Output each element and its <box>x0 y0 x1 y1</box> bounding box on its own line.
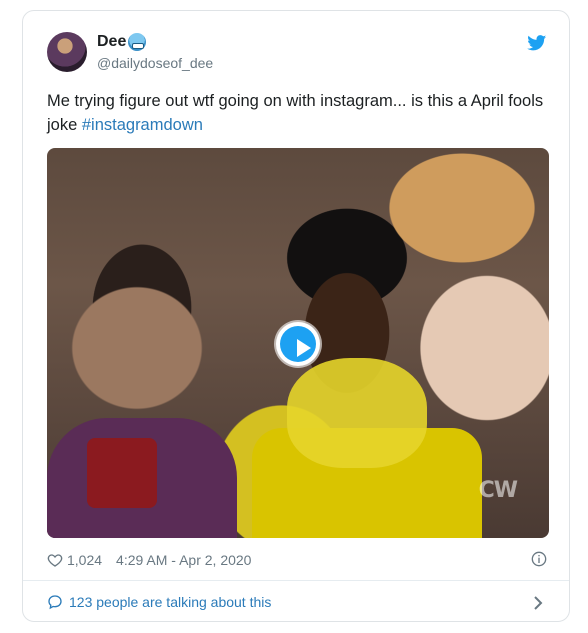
tweet-media-gif[interactable]: CW <box>47 148 549 538</box>
author-handle[interactable]: @dailydoseof_dee <box>97 55 213 71</box>
tweet-card[interactable]: Dee @dailydoseof_dee Me trying figure ou… <box>22 10 570 622</box>
play-icon <box>280 326 316 362</box>
hashtag-link[interactable]: #instagramdown <box>82 116 203 134</box>
grimace-emoji-icon <box>128 33 147 51</box>
tweet-meta: 1,024 4:29 AM - Apr 2, 2020 <box>47 549 251 571</box>
tweet-timestamp[interactable]: 4:29 AM - Apr 2, 2020 <box>116 552 251 568</box>
conversation-link[interactable]: 123 people are talking about this <box>47 594 271 610</box>
info-icon[interactable] <box>531 551 547 567</box>
chevron-right-icon[interactable] <box>533 595 543 611</box>
media-figure-left-detail <box>87 438 157 508</box>
conversation-text[interactable]: 123 people are talking about this <box>69 594 271 610</box>
speech-bubble-icon <box>48 595 62 610</box>
media-watermark: CW <box>478 478 518 503</box>
avatar[interactable] <box>47 32 87 72</box>
heart-icon[interactable] <box>47 552 63 568</box>
like-count[interactable]: 1,024 <box>67 552 102 568</box>
media-scarf <box>287 358 427 468</box>
twitter-bird-icon[interactable] <box>527 35 547 51</box>
footer-divider <box>23 580 569 581</box>
play-button[interactable] <box>276 322 320 366</box>
author-display-name[interactable]: Dee <box>97 33 126 51</box>
tweet-text: Me trying figure out wtf going on with i… <box>47 89 547 137</box>
author-name-row[interactable]: Dee <box>97 33 147 51</box>
